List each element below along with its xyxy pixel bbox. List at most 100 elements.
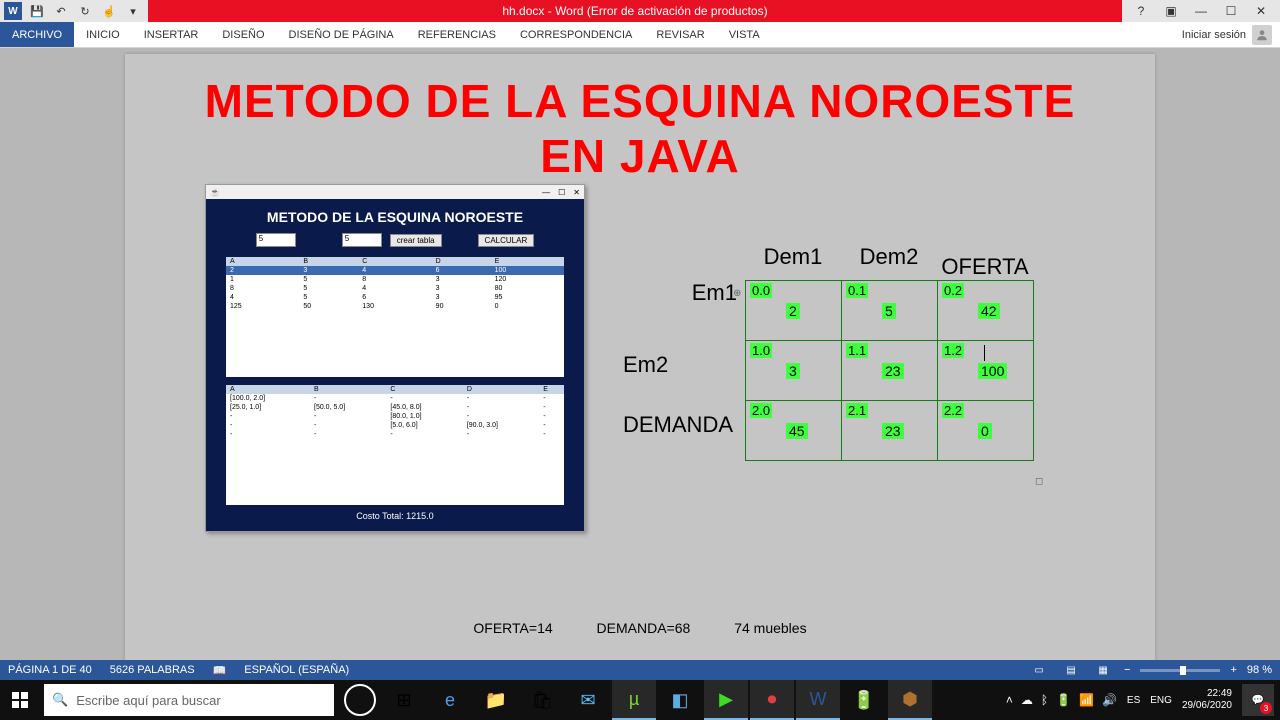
notifications-icon[interactable]: 💬 3	[1242, 684, 1274, 716]
matrix-area: ⊕ Dem1 Dem2 OFERTA Em1 0.02 0.15 0.242	[625, 244, 1034, 461]
quick-access-toolbar: W 💾 ↶ ↻ ☝ ▾	[0, 2, 142, 20]
matrix-cell: 0.15	[842, 281, 938, 341]
help-icon[interactable]: ?	[1132, 4, 1150, 18]
matrix-grid: 0.02 0.15 0.242 1.03 1.123 1.2100 2.045 …	[745, 280, 1034, 461]
table-row: 2346100	[226, 266, 564, 275]
status-spellcheck-icon[interactable]: 📖	[213, 664, 227, 677]
java-input-cols: 5	[342, 233, 382, 247]
minimize-icon[interactable]: —	[1192, 4, 1210, 18]
java-heading: METODO DE LA ESQUINA NOROESTE	[226, 209, 564, 225]
tray-battery-icon[interactable]: 🔋	[1056, 693, 1071, 707]
tab-file[interactable]: ARCHIVO	[0, 22, 74, 47]
text-cursor	[984, 345, 985, 361]
matrix-col-dem1: Dem1	[745, 244, 841, 280]
java-cost-label: Costo Total: 1215.0	[226, 511, 564, 521]
tray-bluetooth-icon[interactable]: ᛒ	[1041, 693, 1048, 707]
word-logo-icon: W	[4, 2, 22, 20]
table-row: [100.0, 2.0]----	[226, 394, 564, 403]
window-controls: ? ▣ — ☐ ✕	[1122, 4, 1280, 18]
tab-diseno-pagina[interactable]: DISEÑO DE PÁGINA	[277, 22, 406, 47]
tray-lang1[interactable]: ES	[1127, 695, 1140, 706]
utorrent-icon[interactable]: µ	[612, 680, 656, 720]
matrix-row-em2: Em2	[623, 352, 676, 378]
maximize-icon[interactable]: ☐	[1222, 4, 1240, 18]
tray-up-icon[interactable]: ˄	[1006, 693, 1013, 707]
statusbar: PÁGINA 1 DE 40 5626 PALABRAS 📖 ESPAÑOL (…	[0, 660, 1280, 680]
matrix-cell: 2.20	[938, 401, 1034, 461]
signin-label: Iniciar sesión	[1182, 29, 1246, 41]
tray-cloud-icon[interactable]: ☁	[1021, 693, 1033, 707]
taskview-icon[interactable]: ⊞	[382, 680, 426, 720]
recorder-icon[interactable]: ⏺	[750, 680, 794, 720]
word-taskbar-icon[interactable]: W	[796, 680, 840, 720]
java-minimize-icon: —	[542, 188, 550, 197]
avatar-icon	[1252, 25, 1272, 45]
edge-icon[interactable]: e	[428, 680, 472, 720]
java-window: ☕ — ☐ ✕ METODO DE LA ESQUINA NOROESTE 5 …	[205, 184, 585, 532]
search-input[interactable]: 🔍 Escribe aquí para buscar	[44, 684, 334, 716]
tab-inicio[interactable]: INICIO	[74, 22, 132, 47]
netbeans-icon[interactable]: ⬢	[888, 680, 932, 720]
page-title-line1: METODO DE LA ESQUINA NOROESTE	[165, 74, 1115, 129]
document-bottom-line: OFERTA=14 DEMANDA=68 74 muebles	[125, 620, 1155, 636]
qat-dropdown-icon[interactable]: ▾	[124, 2, 142, 20]
tab-vista[interactable]: VISTA	[717, 22, 772, 47]
touch-icon[interactable]: ☝	[100, 2, 118, 20]
taskbar: 🔍 Escribe aquí para buscar ⊞ e 📁 🛍 ✉ µ ◧…	[0, 680, 1280, 720]
status-words[interactable]: 5626 PALABRAS	[110, 664, 195, 676]
java-calc-button: CALCULAR	[478, 234, 535, 247]
matrix-cell: 2.045	[746, 401, 842, 461]
oferta-text: OFERTA=14	[473, 620, 552, 636]
close-icon[interactable]: ✕	[1252, 4, 1270, 18]
undo-icon[interactable]: ↶	[52, 2, 70, 20]
java-input-rows: 5	[256, 233, 296, 247]
redo-icon[interactable]: ↻	[76, 2, 94, 20]
battery-icon[interactable]: 🔋	[842, 680, 886, 720]
tab-diseno[interactable]: DISEÑO	[210, 22, 276, 47]
zoom-in-icon[interactable]: +	[1230, 664, 1236, 676]
ribbon-options-icon[interactable]: ▣	[1162, 4, 1180, 18]
tray-lang2[interactable]: ENG	[1150, 695, 1172, 706]
app-icon-1[interactable]: ◧	[658, 680, 702, 720]
view-read-icon[interactable]: ▭	[1028, 662, 1050, 678]
table-anchor-icon: ⊕	[733, 288, 741, 299]
matrix-cell: 0.02	[746, 281, 842, 341]
table-row: 1583120	[226, 275, 564, 284]
demanda-text: DEMANDA=68	[597, 620, 691, 636]
mail-icon[interactable]: ✉	[566, 680, 610, 720]
document-area: METODO DE LA ESQUINA NOROESTE EN JAVA ☕ …	[0, 48, 1280, 660]
search-icon: 🔍	[52, 692, 68, 708]
java-create-button: crear tabla	[390, 234, 442, 247]
store-icon[interactable]: 🛍	[520, 680, 564, 720]
save-icon[interactable]: 💾	[28, 2, 46, 20]
status-lang[interactable]: ESPAÑOL (ESPAÑA)	[244, 664, 349, 676]
cortana-icon[interactable]	[344, 684, 376, 716]
java-app-icon: ☕	[210, 188, 220, 197]
tab-insertar[interactable]: INSERTAR	[132, 22, 211, 47]
page[interactable]: METODO DE LA ESQUINA NOROESTE EN JAVA ☕ …	[125, 54, 1155, 660]
matrix-row-em1: Em1	[625, 280, 745, 306]
ribbon-signin[interactable]: Iniciar sesión	[1182, 22, 1280, 47]
zoom-out-icon[interactable]: −	[1124, 664, 1130, 676]
view-print-icon[interactable]: ▤	[1060, 662, 1082, 678]
view-web-icon[interactable]: ▦	[1092, 662, 1114, 678]
java-close-icon: ✕	[573, 188, 580, 197]
clock-date: 29/06/2020	[1182, 700, 1232, 712]
explorer-icon[interactable]: 📁	[474, 680, 518, 720]
status-page[interactable]: PÁGINA 1 DE 40	[8, 664, 92, 676]
java-table-2: ABCDE [100.0, 2.0]---- [25.0, 1.0][50.0,…	[226, 385, 564, 439]
clock[interactable]: 22:49 29/06/2020	[1182, 688, 1232, 712]
app-icon-2[interactable]: ▶	[704, 680, 748, 720]
zoom-slider[interactable]	[1140, 669, 1220, 672]
matrix-cell: 1.123	[842, 341, 938, 401]
matrix-cell: 0.242	[938, 281, 1034, 341]
tab-referencias[interactable]: REFERENCIAS	[406, 22, 508, 47]
tray-wifi-icon[interactable]: 📶	[1079, 693, 1094, 707]
table-row: --[5.0, 6.0][90.0, 3.0]-	[226, 421, 564, 430]
zoom-level[interactable]: 98 %	[1247, 664, 1272, 676]
tab-correspondencia[interactable]: CORRESPONDENCIA	[508, 22, 644, 47]
tray-volume-icon[interactable]: 🔊	[1102, 693, 1117, 707]
start-button[interactable]	[0, 680, 40, 720]
tab-revisar[interactable]: REVISAR	[644, 22, 716, 47]
java-table-1: ABCDE 2346100 1583120 854380 456395 1255…	[226, 257, 564, 311]
